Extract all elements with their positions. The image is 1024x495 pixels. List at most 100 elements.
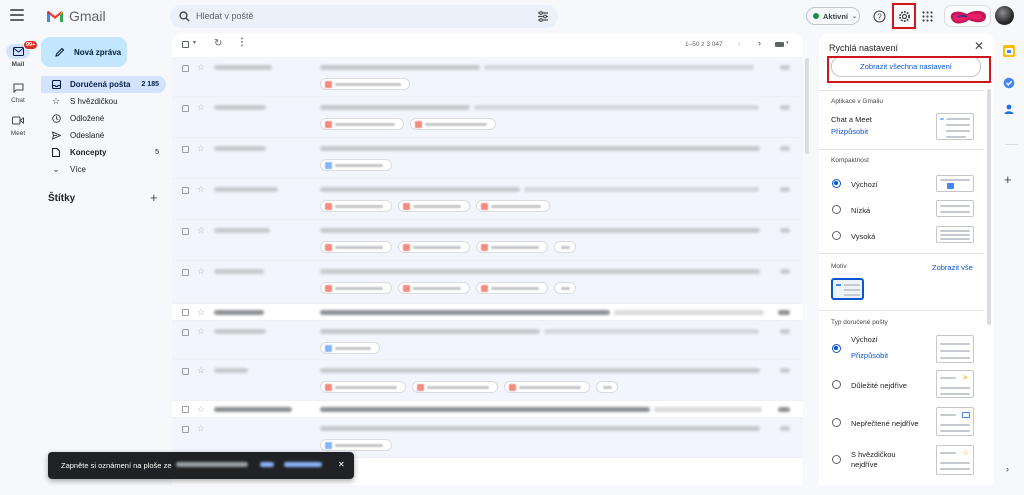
contacts-icon[interactable] bbox=[1003, 103, 1015, 115]
attachment-chip[interactable] bbox=[320, 118, 404, 130]
row-checkbox[interactable] bbox=[182, 65, 189, 72]
theme-view-all-link[interactable]: Zobrazit vše bbox=[932, 263, 973, 272]
close-icon[interactable]: ✕ bbox=[338, 460, 345, 469]
star-icon[interactable]: ☆ bbox=[197, 423, 205, 434]
attachment-chip[interactable] bbox=[398, 241, 470, 253]
row-checkbox[interactable] bbox=[182, 146, 189, 153]
organization-logo[interactable] bbox=[944, 5, 991, 27]
sidebar-item-drafts[interactable]: Koncepty 5 bbox=[41, 144, 166, 161]
inbox-starred-first-radio[interactable] bbox=[832, 455, 841, 464]
star-icon[interactable]: ☆ bbox=[197, 102, 205, 113]
attachment-chip[interactable] bbox=[410, 118, 496, 130]
toast-no-button[interactable] bbox=[284, 462, 322, 467]
row-checkbox[interactable] bbox=[182, 368, 189, 375]
gmail-logo[interactable]: Gmail bbox=[46, 8, 106, 24]
rail-meet[interactable]: Meet bbox=[0, 113, 36, 137]
rail-chat[interactable]: Chat bbox=[0, 80, 36, 104]
mail-row[interactable]: ☆ bbox=[172, 401, 803, 418]
sidebar-item-inbox[interactable]: Doručená pošta 2 185 bbox=[41, 76, 166, 93]
quick-settings-scrollbar[interactable] bbox=[987, 89, 991, 325]
keep-icon[interactable] bbox=[1003, 77, 1015, 89]
search-options-icon[interactable] bbox=[537, 11, 549, 22]
sidebar-item-snoozed[interactable]: Odložené bbox=[41, 110, 166, 127]
sidebar-item-starred[interactable]: ☆ S hvězdičkou bbox=[41, 93, 166, 110]
mail-row[interactable]: ☆ bbox=[172, 220, 803, 261]
refresh-icon[interactable]: ↻ bbox=[214, 38, 222, 49]
help-icon[interactable]: ? bbox=[870, 7, 888, 25]
search-input[interactable]: Hledat v poště bbox=[196, 11, 254, 21]
apps-customize-link[interactable]: Přizpůsobit bbox=[831, 127, 868, 136]
select-all-checkbox[interactable] bbox=[182, 41, 189, 48]
star-icon[interactable]: ☆ bbox=[197, 143, 205, 154]
inbox-unread-first-radio[interactable] bbox=[832, 418, 841, 427]
star-icon[interactable]: ☆ bbox=[197, 184, 205, 195]
theme-thumbnail[interactable] bbox=[831, 278, 864, 300]
mail-row[interactable]: ☆ bbox=[172, 138, 803, 179]
attachment-chip[interactable] bbox=[476, 282, 548, 294]
rail-mail[interactable]: 99+ Mail bbox=[0, 40, 39, 68]
mail-row[interactable]: ☆ bbox=[172, 261, 803, 304]
attachment-chip[interactable] bbox=[320, 159, 392, 171]
star-icon[interactable]: ☆ bbox=[197, 307, 205, 318]
attachment-chip[interactable] bbox=[504, 381, 590, 393]
account-avatar[interactable] bbox=[995, 6, 1014, 25]
search-icon[interactable] bbox=[179, 11, 190, 22]
prev-page-icon[interactable]: ‹ bbox=[738, 38, 741, 48]
mail-row[interactable]: ☆ bbox=[172, 97, 803, 138]
attachment-chip[interactable] bbox=[398, 282, 470, 294]
sidebar-item-more[interactable]: ⌄ Více bbox=[41, 161, 166, 178]
attachment-chip[interactable] bbox=[320, 381, 406, 393]
more-attachments-chip[interactable] bbox=[554, 241, 576, 253]
row-checkbox[interactable] bbox=[182, 426, 189, 433]
mail-row[interactable]: ☆ bbox=[172, 304, 803, 321]
row-checkbox[interactable] bbox=[182, 406, 189, 413]
attachment-chip[interactable] bbox=[476, 200, 550, 212]
compose-button[interactable]: Nová zpráva bbox=[41, 37, 127, 67]
star-icon[interactable]: ☆ bbox=[197, 266, 205, 277]
more-options-icon[interactable]: ⋮ bbox=[237, 37, 247, 48]
inbox-important-first-radio[interactable] bbox=[832, 380, 841, 389]
attachment-chip[interactable] bbox=[320, 78, 410, 90]
mail-list-scrollbar[interactable] bbox=[805, 58, 809, 154]
inbox-default-radio[interactable] bbox=[832, 344, 841, 353]
row-checkbox[interactable] bbox=[182, 228, 189, 235]
attachment-chip[interactable] bbox=[398, 200, 470, 212]
row-checkbox[interactable] bbox=[182, 269, 189, 276]
inbox-customize-link[interactable]: Přizpůsobit bbox=[851, 351, 888, 360]
row-checkbox[interactable] bbox=[182, 329, 189, 336]
add-label-icon[interactable]: + bbox=[150, 190, 158, 205]
next-page-icon[interactable]: › bbox=[758, 38, 761, 48]
chevron-down-icon[interactable]: ▾ bbox=[786, 40, 789, 46]
select-dropdown-icon[interactable]: ▾ bbox=[193, 39, 196, 46]
star-icon[interactable]: ☆ bbox=[197, 62, 205, 73]
density-comfortable-radio[interactable] bbox=[832, 205, 841, 214]
search-bar[interactable]: Hledat v poště bbox=[170, 5, 558, 28]
add-addon-icon[interactable]: + bbox=[1004, 172, 1012, 187]
density-default-radio[interactable] bbox=[832, 179, 841, 188]
row-checkbox[interactable] bbox=[182, 187, 189, 194]
attachment-chip[interactable] bbox=[320, 241, 392, 253]
more-attachments-chip[interactable] bbox=[596, 381, 618, 393]
attachment-chip[interactable] bbox=[320, 282, 392, 294]
mail-row[interactable]: ☆ bbox=[172, 321, 803, 360]
star-icon[interactable]: ☆ bbox=[197, 225, 205, 236]
expand-panel-icon[interactable]: › bbox=[1006, 464, 1009, 474]
attachment-chip[interactable] bbox=[320, 342, 380, 354]
star-icon[interactable]: ☆ bbox=[197, 365, 205, 376]
attachment-chip[interactable] bbox=[320, 200, 392, 212]
mail-row[interactable]: ☆ bbox=[172, 360, 803, 401]
toast-ok-button[interactable] bbox=[260, 462, 274, 467]
more-attachments-chip[interactable] bbox=[554, 282, 576, 294]
row-checkbox[interactable] bbox=[182, 309, 189, 316]
star-icon[interactable]: ☆ bbox=[197, 404, 205, 415]
close-icon[interactable]: ✕ bbox=[974, 39, 984, 53]
attachment-chip[interactable] bbox=[412, 381, 498, 393]
main-menu-icon[interactable] bbox=[10, 9, 24, 21]
attachment-chip[interactable] bbox=[476, 241, 548, 253]
status-selector[interactable]: Aktivní ⌄ bbox=[806, 7, 860, 25]
star-icon[interactable]: ☆ bbox=[197, 326, 205, 337]
row-checkbox[interactable] bbox=[182, 105, 189, 112]
apps-grid-icon[interactable] bbox=[918, 7, 936, 25]
input-tools-icon[interactable] bbox=[775, 42, 784, 47]
calendar-icon[interactable] bbox=[1003, 45, 1015, 57]
